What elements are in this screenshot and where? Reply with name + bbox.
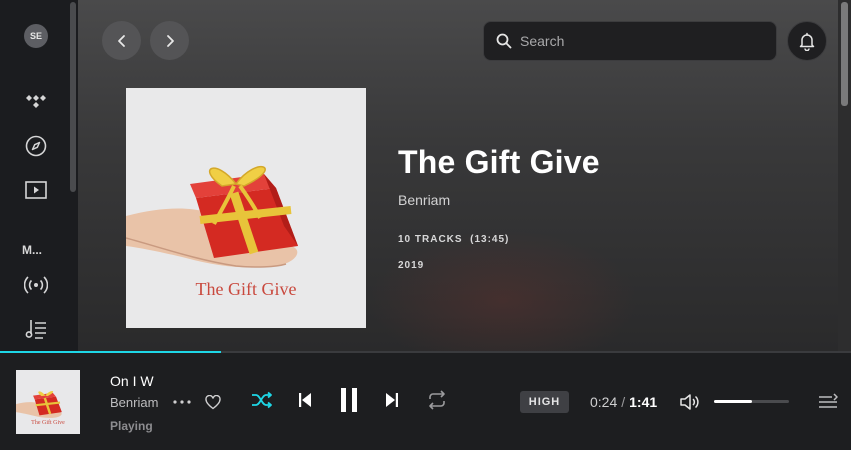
playback-time: 0:24/1:41 <box>590 394 657 410</box>
tidal-logo-icon[interactable] <box>24 90 48 114</box>
speaker-volume-icon <box>680 394 699 410</box>
volume-slider-fill[interactable] <box>714 400 752 403</box>
pause-icon <box>341 388 357 412</box>
notifications-button[interactable] <box>787 21 827 61</box>
explore-compass-icon[interactable] <box>24 134 48 158</box>
main-scroll-thumb[interactable] <box>841 2 848 106</box>
track-count: 10 TRACKS (13:45) <box>398 234 510 245</box>
background-artwork-blur <box>368 230 638 352</box>
avatar[interactable]: SE <box>24 24 48 48</box>
chevron-left-icon <box>117 34 125 47</box>
shuffle-button[interactable] <box>249 388 275 412</box>
repeat-icon <box>429 390 445 410</box>
total-duration: 1:41 <box>629 394 658 410</box>
avatar-initials: SE <box>29 31 42 41</box>
thumbnail-cover-text: The Gift Give <box>31 420 65 426</box>
search-box[interactable] <box>483 21 777 61</box>
elapsed-time: 0:24 <box>590 394 618 410</box>
album-artist-link[interactable]: Benriam <box>398 192 450 208</box>
progress-fill[interactable] <box>0 351 222 353</box>
sidebar-section-label[interactable]: M... <box>22 243 42 257</box>
back-button[interactable] <box>102 21 141 60</box>
repeat-button[interactable] <box>424 388 450 412</box>
playlist-icon[interactable] <box>24 317 48 341</box>
play-queue-button[interactable] <box>815 390 841 414</box>
bell-icon <box>799 32 815 51</box>
volume-button[interactable] <box>678 390 702 414</box>
sidebar: SE M... <box>0 0 72 352</box>
previous-track-button[interactable] <box>293 388 317 412</box>
release-year: 2019 <box>398 260 425 271</box>
now-playing-artwork[interactable]: The Gift Give <box>16 370 80 434</box>
album-cover[interactable]: The Gift Give <box>126 88 366 328</box>
more-dots-icon <box>173 400 191 404</box>
video-play-icon[interactable] <box>24 178 48 202</box>
heart-icon <box>205 394 221 409</box>
chevron-right-icon <box>166 34 174 47</box>
shuffle-icon <box>252 391 272 409</box>
sidebar-scroll-thumb[interactable] <box>70 2 76 192</box>
skip-forward-icon <box>386 393 398 407</box>
playback-status: Playing <box>110 419 153 433</box>
search-icon <box>496 33 512 49</box>
radio-broadcast-icon[interactable] <box>24 273 48 297</box>
favorite-button[interactable] <box>202 392 224 412</box>
queue-icon <box>819 393 838 408</box>
album-title: The Gift Give <box>398 144 600 180</box>
pause-button[interactable] <box>336 385 362 415</box>
now-playing-artist[interactable]: Benriam <box>110 395 158 410</box>
next-track-button[interactable] <box>380 388 404 412</box>
audio-quality-badge[interactable]: HIGH <box>520 391 569 413</box>
skip-back-icon <box>299 393 311 407</box>
now-playing-title[interactable]: On I W <box>110 373 158 389</box>
cover-title-text: The Gift Give <box>195 279 297 299</box>
forward-button[interactable] <box>150 21 189 60</box>
search-input[interactable] <box>520 33 760 49</box>
more-options-button[interactable] <box>170 392 194 412</box>
time-separator: / <box>621 394 626 410</box>
